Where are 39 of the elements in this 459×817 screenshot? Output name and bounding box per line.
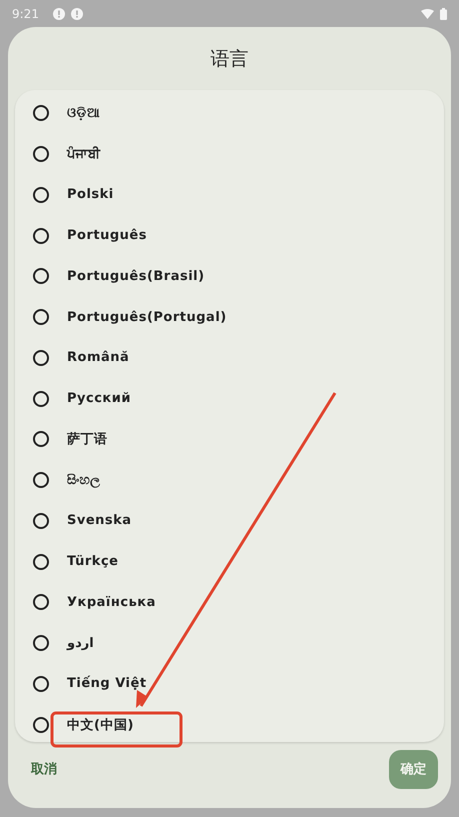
alert-icon xyxy=(52,8,65,20)
radio-button[interactable] xyxy=(33,186,49,203)
radio-button[interactable] xyxy=(33,228,49,244)
language-option[interactable]: Українська xyxy=(67,594,156,610)
language-option[interactable]: 中文(中国) xyxy=(67,716,134,734)
language-option[interactable]: Türkçe xyxy=(67,554,118,570)
language-option[interactable]: ਪੰਜਾਬੀ xyxy=(67,146,100,162)
language-option[interactable]: Português(Portugal) xyxy=(67,310,227,325)
battery-icon xyxy=(440,8,447,20)
dialog-title: 语言 xyxy=(210,46,250,72)
alert-icon xyxy=(70,8,83,20)
language-option[interactable]: Română xyxy=(67,350,130,366)
language-option[interactable]: Português xyxy=(67,228,147,244)
radio-button[interactable] xyxy=(33,635,49,652)
language-option[interactable]: Polski xyxy=(67,187,114,202)
radio-button[interactable] xyxy=(33,716,49,733)
clock: 9:21 xyxy=(12,6,39,20)
radio-button[interactable] xyxy=(33,390,49,407)
language-option[interactable]: සිංහල xyxy=(67,472,100,488)
language-option[interactable]: ଓଡ଼ିଆ xyxy=(67,106,100,121)
radio-button[interactable] xyxy=(33,594,49,610)
language-option[interactable]: Svenska xyxy=(67,513,132,528)
radio-button[interactable] xyxy=(33,676,49,692)
wifi-icon xyxy=(421,8,434,18)
radio-button[interactable] xyxy=(33,105,49,122)
language-option[interactable]: Tiếng Việt xyxy=(67,676,147,692)
language-option[interactable]: Português(Brasil) xyxy=(67,268,205,284)
radio-button[interactable] xyxy=(33,472,49,488)
radio-button[interactable] xyxy=(33,554,49,570)
language-option[interactable]: اردو xyxy=(67,636,94,651)
radio-button[interactable] xyxy=(33,431,49,448)
cancel-button[interactable]: 取消 xyxy=(27,752,61,786)
radio-button[interactable] xyxy=(33,146,49,162)
radio-button[interactable] xyxy=(33,350,49,366)
language-option[interactable]: 萨丁语 xyxy=(67,430,108,448)
language-option[interactable]: Русский xyxy=(67,391,131,406)
radio-button[interactable] xyxy=(33,268,49,284)
radio-button[interactable] xyxy=(33,512,49,529)
radio-button[interactable] xyxy=(33,309,49,326)
